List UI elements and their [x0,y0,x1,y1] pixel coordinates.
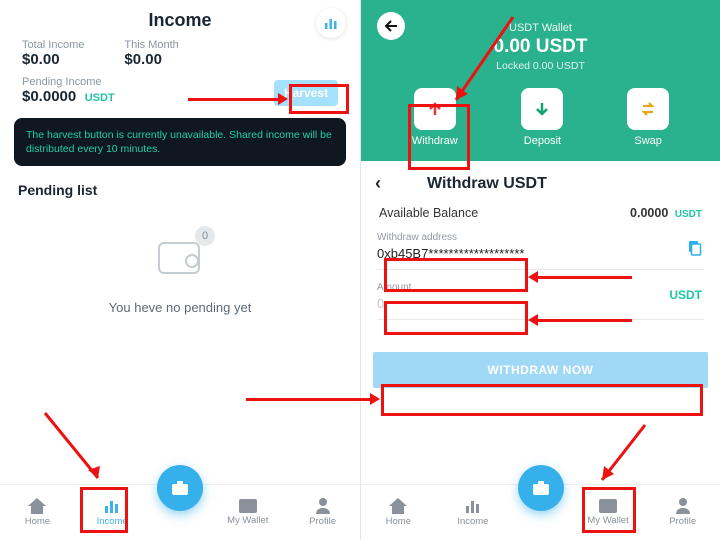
nav-home[interactable]: Home [368,498,428,527]
nav-profile-label: Profile [669,516,696,527]
wallet-balance: 0.00 USDT [377,36,704,58]
withdraw-action-label: Withdraw [412,135,458,147]
withdraw-amount-label: Amount [377,282,704,293]
harvest-notice: The harvest button is currently unavaila… [14,118,346,166]
withdraw-action[interactable]: Withdraw [412,88,458,147]
available-balance-label: Available Balance [379,206,478,220]
user-icon [676,498,690,514]
available-balance-row: Available Balance 0.0000 USDT [361,200,720,230]
center-fab[interactable] [157,465,203,511]
page-title: Income [148,10,211,31]
total-income-value: $0.00 [22,51,84,68]
nav-income-label: Income [457,516,488,527]
withdraw-address-input[interactable] [377,246,639,261]
user-icon [316,498,330,514]
bottom-nav: Home Income My Wallet Profile [0,484,360,540]
back-chevron[interactable]: ‹ [375,173,381,194]
pending-income-value: $0.0000 [22,88,76,105]
briefcase-icon [170,479,190,497]
pending-empty-state: 0 You heve no pending yet [0,202,360,484]
available-balance-value: 0.0000 [630,206,668,220]
withdraw-now-button[interactable]: WITHDRAW NOW [373,352,708,388]
nav-income-label: Income [97,516,128,527]
available-balance-value-wrap: 0.0000 USDT [630,206,702,220]
bar-chart-icon [104,498,120,514]
wallet-locked: Locked 0.00 USDT [377,60,704,72]
pending-list-title: Pending list [0,172,360,202]
withdraw-screen: USDT Wallet 0.00 USDT Locked 0.00 USDT W… [360,0,720,540]
withdraw-title: Withdraw USDT [427,175,547,193]
withdraw-amount-unit: USDT [669,288,702,302]
withdraw-amount-field[interactable]: Amount USDT [377,280,704,320]
month-income-label: This Month [124,39,178,51]
nav-profile[interactable]: Profile [653,498,713,527]
income-header: Income [0,0,360,37]
home-icon [28,498,46,514]
nav-profile-label: Profile [309,516,336,527]
nav-income[interactable]: Income [82,498,142,527]
wallet-meta: USDT Wallet 0.00 USDT Locked 0.00 USDT [377,22,704,72]
pending-income-label: Pending Income [22,76,115,88]
arrow-down-icon [533,100,551,118]
pending-income-block: Pending Income $0.0000 USDT [22,76,115,106]
nav-wallet[interactable]: My Wallet [578,499,638,526]
nav-profile[interactable]: Profile [293,498,353,527]
month-income-value: $0.00 [124,51,178,68]
nav-wallet-label: My Wallet [227,515,268,526]
swap-action-label: Swap [634,135,662,147]
swap-action[interactable]: Swap [627,88,669,147]
pending-count-badge: 0 [195,226,215,246]
center-fab[interactable] [518,465,564,511]
briefcase-icon [531,479,551,497]
withdraw-address-label: Withdraw address [377,232,704,243]
bar-chart-icon [324,16,338,30]
month-income-block: This Month $0.00 [124,39,178,68]
nav-income[interactable]: Income [443,498,503,527]
nav-wallet[interactable]: My Wallet [218,499,278,526]
available-balance-unit: USDT [675,209,702,220]
nav-home[interactable]: Home [7,498,67,527]
stats-button[interactable] [316,8,346,38]
total-income-block: Total Income $0.00 [22,39,84,68]
pending-empty-text: You heve no pending yet [109,300,252,315]
arrow-up-icon [426,100,444,118]
copy-address-button[interactable] [686,240,702,256]
wallet-actions: Withdraw Deposit Swap [377,88,704,147]
copy-icon [686,240,702,256]
withdraw-subheader: ‹ Withdraw USDT [361,161,720,200]
withdraw-amount-input[interactable] [377,296,639,311]
nav-home-label: Home [25,516,50,527]
wallet-icon [599,499,617,513]
nav-home-label: Home [386,516,411,527]
nav-wallet-label: My Wallet [587,515,628,526]
bar-chart-icon [465,498,481,514]
pending-income-unit: USDT [85,92,115,104]
harvest-button[interactable]: Harvest [274,80,338,106]
wallet-header: USDT Wallet 0.00 USDT Locked 0.00 USDT W… [361,0,720,161]
wallet-label: USDT Wallet [377,22,704,34]
income-screen: Income Total Income $0.00 This Month $0.… [0,0,360,540]
pending-row: Pending Income $0.0000 USDT Harvest [0,72,360,112]
deposit-action-label: Deposit [524,135,561,147]
deposit-action[interactable]: Deposit [521,88,563,147]
wallet-empty-icon: 0 [150,232,210,280]
swap-icon [639,100,657,118]
income-summary-row: Total Income $0.00 This Month $0.00 [0,37,360,72]
home-icon [389,498,407,514]
bottom-nav: Home Income My Wallet Profile [361,484,720,540]
total-income-label: Total Income [22,39,84,51]
withdraw-address-field[interactable]: Withdraw address [377,230,704,270]
wallet-icon [239,499,257,513]
pending-income-value-wrap: $0.0000 USDT [22,88,115,106]
